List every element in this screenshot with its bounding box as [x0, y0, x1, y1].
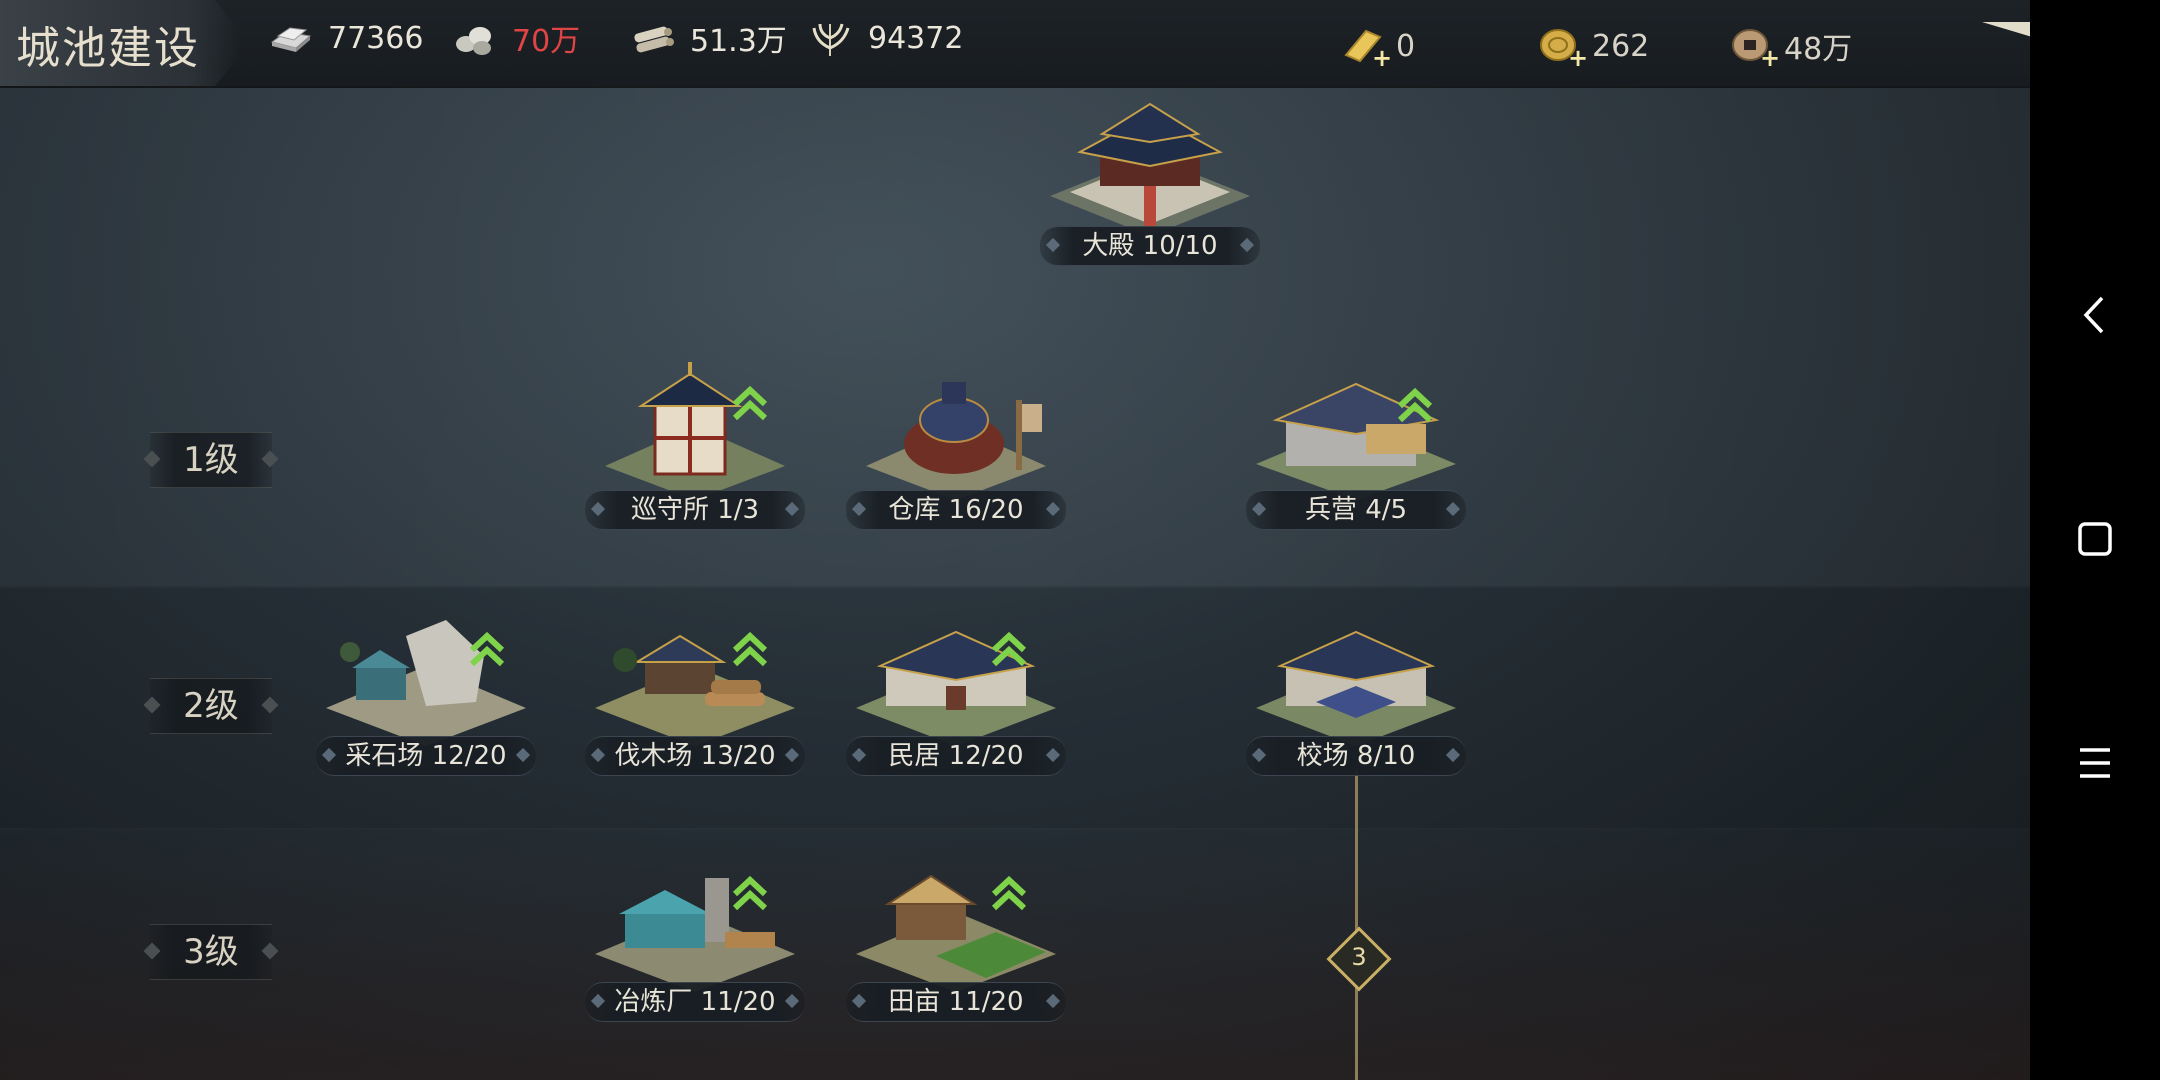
currency-copper-coin[interactable]: + 48万 [1728, 24, 1853, 70]
home-icon[interactable] [2050, 494, 2140, 584]
barracks-label: 兵营 4/5 [1246, 490, 1466, 530]
building-lumber-yard[interactable]: 伐木场 13/20 [585, 606, 805, 776]
top-bar: 城池建设 77366 70万 51.3万 94372 + 0 + 262 + 4… [0, 0, 2160, 88]
currency-gold-coin[interactable]: + 262 [1536, 24, 1650, 70]
training-ground-building-icon [1256, 630, 1456, 746]
patrol-post-label: 巡守所 1/3 [585, 490, 805, 530]
resource-stone[interactable]: 70万 [450, 16, 580, 60]
building-warehouse[interactable]: 仓库 16/20 [846, 360, 1066, 530]
building-palace[interactable]: 大殿 10/10 [1040, 96, 1260, 266]
gold-coin-value: 262 [1592, 28, 1650, 64]
farmland-building-icon [856, 874, 1056, 992]
page-title: 城池建设 [16, 23, 200, 74]
smelter-building-icon [595, 878, 795, 992]
resource-timber[interactable]: 51.3万 [628, 16, 787, 60]
android-navigation-bar [2030, 0, 2160, 1080]
gold-coin-icon: + [1536, 25, 1588, 70]
upgrade-arrow-icon [732, 385, 768, 421]
resource-grain[interactable]: 94372 [806, 16, 963, 60]
menu-icon[interactable] [2050, 718, 2140, 808]
quarry-label: 采石场 12/20 [316, 736, 536, 776]
training-ground-label: 校场 8/10 [1246, 736, 1466, 776]
gold-bar-value: 0 [1396, 28, 1416, 64]
upgrade-arrow-icon [1397, 387, 1433, 423]
iron-ingot-icon [270, 27, 312, 52]
building-residence[interactable]: 民居 12/20 [846, 606, 1066, 776]
timber-icon [634, 26, 674, 53]
tier-connector-line [1355, 770, 1358, 1080]
palace-building-icon [1050, 102, 1250, 236]
grain-icon [812, 23, 850, 56]
stone-value: 70万 [512, 24, 581, 59]
tier-label-3: 3级 [150, 924, 272, 980]
iron-value: 77366 [328, 20, 424, 56]
building-quarry[interactable]: 采石场 12/20 [316, 606, 536, 776]
gold-bar-icon: + [1340, 25, 1392, 70]
smelter-label: 冶炼厂 11/20 [585, 982, 805, 1022]
quarry-building-icon [326, 620, 526, 746]
stone-icon [456, 27, 491, 55]
back-icon[interactable] [2050, 270, 2140, 360]
copper-coin-value: 48万 [1784, 32, 1853, 67]
building-training-ground[interactable]: 校场 8/10 [1246, 606, 1466, 776]
tier-label-1: 1级 [150, 432, 272, 488]
upgrade-arrow-icon [991, 631, 1027, 667]
farmland-label: 田亩 11/20 [846, 982, 1066, 1022]
upgrade-arrow-icon [732, 631, 768, 667]
upgrade-arrow-icon [732, 875, 768, 911]
currency-gold-bar[interactable]: + 0 [1340, 24, 1416, 70]
residence-label: 民居 12/20 [846, 736, 1066, 776]
resource-iron[interactable]: 77366 [266, 16, 423, 60]
building-farmland[interactable]: 田亩 11/20 [846, 852, 1066, 1022]
residence-building-icon [856, 630, 1056, 746]
warehouse-label: 仓库 16/20 [846, 490, 1066, 530]
barracks-building-icon [1256, 382, 1456, 500]
lumber-yard-building-icon [595, 634, 795, 746]
tier-connector-number: 3 [1351, 943, 1367, 971]
building-smelter[interactable]: 冶炼厂 11/20 [585, 852, 805, 1022]
grain-value: 94372 [868, 20, 964, 56]
building-patrol-post[interactable]: 巡守所 1/3 [585, 360, 805, 530]
watchtower-building-icon [605, 362, 785, 500]
upgrade-arrow-icon [469, 631, 505, 667]
upgrade-arrow-icon [991, 875, 1027, 911]
copper-coin-icon: + [1728, 25, 1780, 70]
building-barracks[interactable]: 兵营 4/5 [1246, 360, 1466, 530]
timber-value: 51.3万 [690, 24, 787, 59]
tier-label-2: 2级 [150, 678, 272, 734]
lumber-yard-label: 伐木场 13/20 [585, 736, 805, 776]
warehouse-building-icon [866, 382, 1046, 500]
palace-label: 大殿 10/10 [1040, 226, 1260, 266]
